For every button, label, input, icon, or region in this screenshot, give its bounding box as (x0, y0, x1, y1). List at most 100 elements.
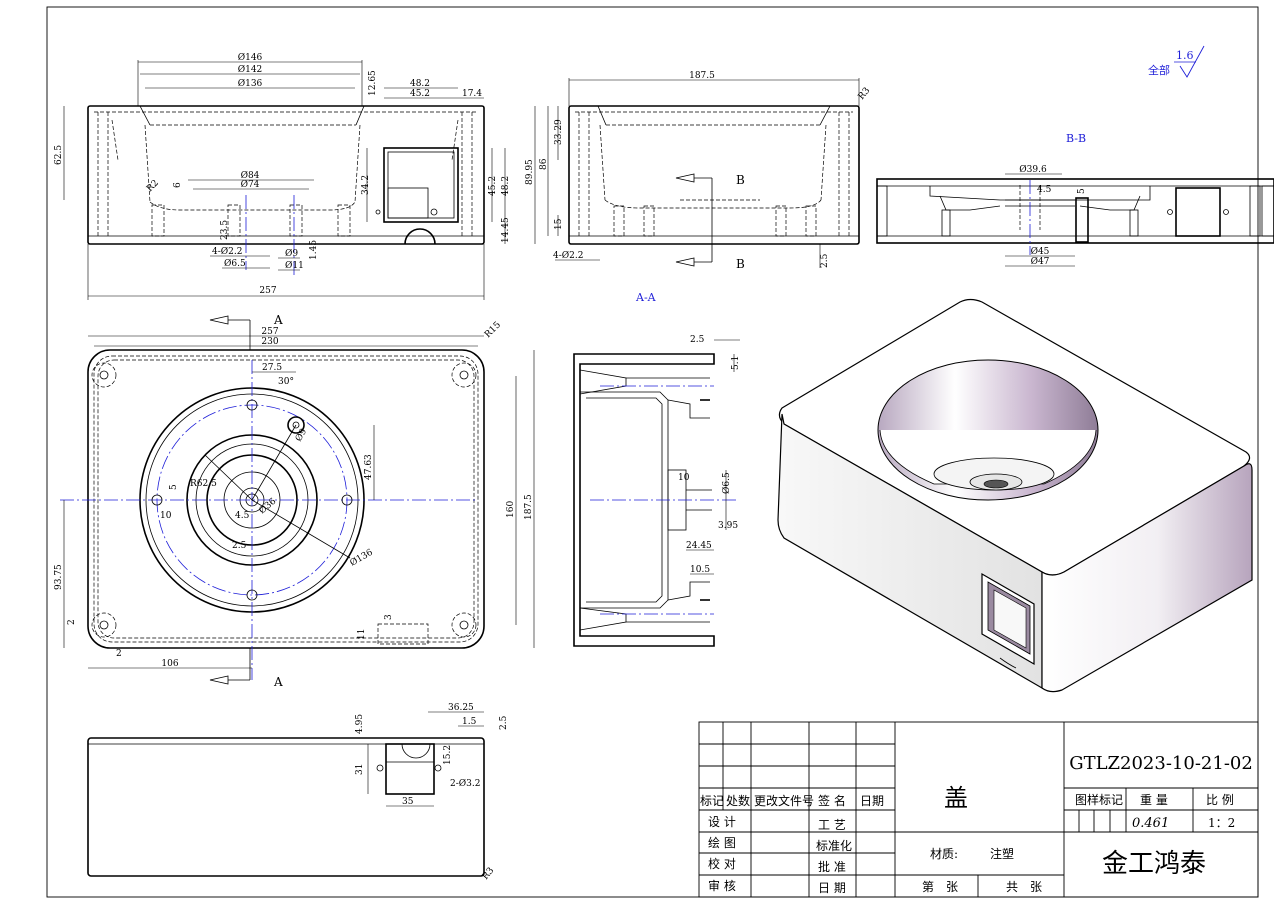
dim-phi45: Ø45 (1031, 246, 1050, 257)
part-name: 盖 (944, 784, 968, 812)
dim-62-5: 62.5 (54, 145, 64, 165)
front-view-dims: Ø146 Ø142 Ø136 12.65 48.2 45.2 17.4 62.5… (54, 52, 511, 296)
dim-14-45: 14.45 (501, 217, 511, 243)
dim-phi36: Ø36 (257, 496, 279, 517)
dim-5-1-side: 5.1 (731, 356, 741, 370)
dim-phi142: Ø142 (238, 64, 263, 75)
dim-phi39-6: Ø39.6 (1019, 164, 1047, 175)
dim-5-bb: 5 (1077, 188, 1087, 194)
dim-45-2: 45.2 (410, 89, 430, 99)
section-aa-view (534, 78, 860, 268)
dim-10-side: 10 (678, 473, 690, 483)
dim-187-5-aa: 187.5 (689, 71, 715, 81)
tb-attr-scale: 比 例 (1206, 793, 1234, 807)
material-label: 材质: (930, 847, 958, 861)
dim-2-bottom: 2 (116, 649, 122, 659)
dim-35: 35 (402, 797, 414, 807)
dim-45-2-v: 45.2 (488, 176, 498, 196)
surface-finish-prefix: 全部 (1148, 63, 1170, 77)
dim-24-45: 24.45 (686, 541, 712, 551)
dim-2-5-aa: 2.5 (820, 253, 830, 268)
dim-31: 31 (355, 764, 365, 775)
dim-2-left: 2 (67, 619, 77, 625)
tb-header-count: 处数 (726, 793, 750, 808)
scale-value: 1：2 (1208, 816, 1235, 830)
isometric-view (777, 298, 1253, 693)
dim-4-5-bb: 4.5 (1037, 185, 1052, 195)
dim-3-95-side: 3.95 (718, 521, 738, 531)
title-block: 标记 处数 更改文件号 签 名 日期 设 计 绘 图 校 对 审 核 工 艺 标… (698, 721, 1259, 898)
dim-4-phi2-2-aa: 4-Ø2.2 (553, 250, 583, 261)
tb-header-signature: 签 名 (818, 793, 846, 808)
section-b-top-label: B (736, 173, 745, 187)
dim-257-front: 257 (259, 286, 276, 296)
drawing-canvas: Ø146 Ø142 Ø136 12.65 48.2 45.2 17.4 62.5… (46, 6, 1274, 898)
section-aa-title: A-A (635, 291, 657, 304)
dim-12-65: 12.65 (368, 70, 378, 96)
dim-phi6-5-side: Ø6.5 (721, 472, 732, 494)
tb-role-drawn: 绘 图 (708, 835, 736, 850)
tb-role-design: 设 计 (708, 815, 736, 829)
tb-header-change-doc: 更改文件号 (754, 793, 814, 808)
surface-finish-symbol: 全部 1.6 (1148, 45, 1205, 78)
dim-4-95: 4.95 (355, 714, 365, 734)
dim-r2: R2 (145, 178, 161, 194)
top-view (60, 315, 535, 685)
dim-r3-back: R3 (481, 866, 497, 882)
sheet-label: 第 张 (922, 880, 958, 894)
side-view-dims: 2.5 5.1 Ø6.5 10 3.95 24.45 10.5 (678, 335, 741, 575)
company-name: 金工鸿泰 (1102, 849, 1206, 879)
tb-role-review: 审 核 (708, 878, 736, 893)
dim-phi9-top: Ø9 (293, 426, 309, 443)
dim-23-5: 23.5 (220, 220, 230, 240)
dim-11-top: 11 (357, 629, 367, 640)
dim-6: 6 (173, 182, 183, 188)
section-b-bottom-label: B (736, 257, 745, 271)
dim-2-phi3-2: 2-Ø3.2 (450, 778, 480, 789)
tb-attr-drawing-mark: 图样标记 (1075, 792, 1123, 807)
dim-5-top: 5 (169, 484, 179, 490)
tb-header-mark: 标记 (700, 794, 724, 808)
dim-230: 230 (261, 337, 278, 347)
dim-257-top: 257 (261, 327, 278, 337)
dim-36-25: 36.25 (448, 703, 474, 713)
dim-2-5-top: 2.5 (232, 541, 247, 551)
dim-phi74: Ø74 (241, 179, 260, 190)
dim-160: 160 (506, 501, 516, 518)
dim-89-95: 89.95 (525, 159, 535, 185)
dim-15-aa: 15 (554, 218, 564, 230)
dim-r15: R15 (483, 320, 503, 340)
tb-header-date: 日期 (860, 794, 884, 808)
dim-1-5-back: 1.5 (462, 717, 477, 727)
dim-187-5-top: 187.5 (524, 494, 534, 520)
drawing-sheet: Ø146 Ø142 Ø136 12.65 48.2 45.2 17.4 62.5… (0, 0, 1274, 904)
dim-33-29: 33.29 (554, 119, 564, 145)
dim-phi6-5: Ø6.5 (224, 258, 246, 269)
dim-phi47: Ø47 (1031, 256, 1050, 267)
dim-10-5: 10.5 (690, 565, 710, 575)
top-view-dims: A A 257 230 R15 27.5 30° Ø9 47.63 R62.5 … (54, 313, 534, 689)
tb-role-date: 日 期 (818, 881, 846, 895)
dim-phi136: Ø136 (238, 78, 263, 89)
dim-4-5-top: 4.5 (235, 511, 250, 521)
dim-15-2: 15.2 (443, 745, 453, 765)
dim-17-4: 17.4 (462, 89, 482, 99)
dim-34-2: 34.2 (361, 175, 371, 195)
dim-2-5-back: 2.5 (499, 715, 509, 730)
material-value: 注塑 (990, 846, 1014, 861)
section-a-bottom-label: A (273, 675, 283, 689)
dim-1-45: 1.45 (309, 240, 319, 260)
side-view (573, 339, 740, 647)
dim-93-75: 93.75 (54, 564, 64, 590)
tb-role-process: 工 艺 (818, 818, 846, 832)
dim-r62-5: R62.5 (190, 479, 217, 489)
dim-48-2-v: 48.2 (501, 176, 511, 196)
back-view-dims: 36.25 1.5 2.5 4.95 31 15.2 2-Ø3.2 35 R3 (355, 703, 509, 882)
dim-4-phi2-2: 4-Ø2.2 (212, 246, 242, 257)
weight-value: 0.461 (1132, 816, 1169, 831)
tb-role-standard: 标准化 (816, 839, 852, 853)
tb-role-approve: 批 准 (818, 859, 846, 874)
dim-30-deg: 30° (278, 377, 294, 387)
dim-phi9: Ø9 (285, 248, 298, 259)
drawing-number: GTLZ2023-10-21-02 (1069, 753, 1253, 774)
